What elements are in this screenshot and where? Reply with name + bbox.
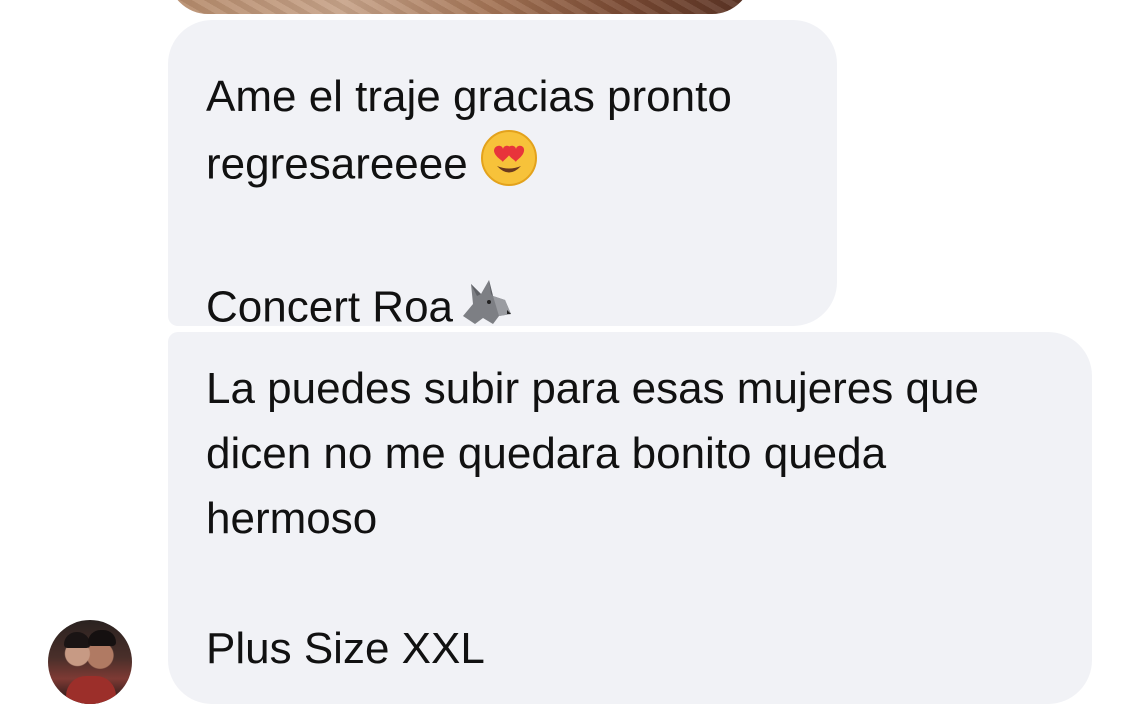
message-bubble[interactable]: La puedes subir para esas mujeres que di… [168,332,1092,704]
message-text: regresareeee [206,139,468,189]
message-bubble[interactable]: Ame el traje gracias pronto regresareeee… [168,20,837,332]
message-text-line: Ame el traje gracias pronto [206,72,732,121]
chat-thread: Ame el traje gracias pronto regresareeee… [0,0,1144,711]
message-text-line: hermoso [206,494,378,543]
message-text-line: dicen no me quedara bonito queda [206,429,887,478]
message-text-line: La puedes subir para esas mujeres que [206,364,979,413]
size-note-text: Plus Size XXL [206,624,485,673]
signature-text: Concert Roa [206,282,454,332]
photo-message-thumbnail[interactable] [168,0,752,14]
sender-avatar[interactable] [48,620,132,704]
heart-eyes-emoji-icon [480,129,538,205]
message-text-line: regresareeee [206,129,799,205]
